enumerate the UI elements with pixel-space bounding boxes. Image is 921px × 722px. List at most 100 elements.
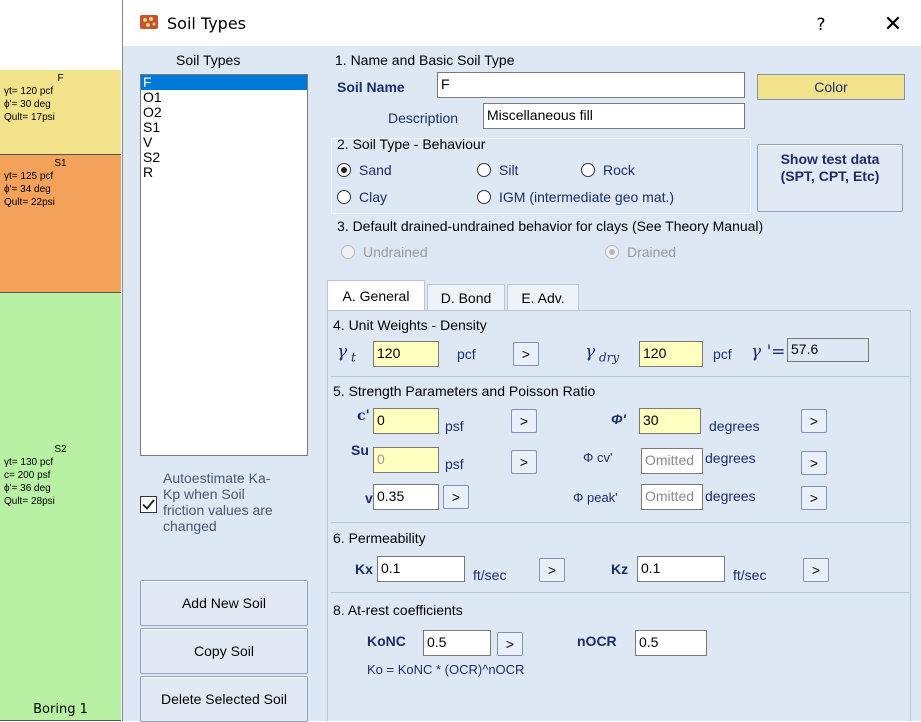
kz-more-button[interactable]: > xyxy=(803,558,829,582)
nocr-input[interactable]: 0.5 xyxy=(635,630,707,656)
phi-peak-input[interactable]: Omitted xyxy=(641,484,703,510)
layer-gamma: γt= 120 pcf xyxy=(4,86,54,97)
list-item[interactable]: F xyxy=(141,75,307,90)
phi-cv-unit: degrees xyxy=(705,450,756,466)
poisson-more-button[interactable]: > xyxy=(443,485,469,509)
konc-input[interactable]: 0.5 xyxy=(423,630,491,656)
nocr-label: nOCR xyxy=(577,633,617,649)
kx-more-button[interactable]: > xyxy=(539,558,565,582)
layer-c: c= 200 psf xyxy=(4,470,51,481)
description-label: Description xyxy=(388,110,459,126)
list-item[interactable]: O1 xyxy=(141,90,307,105)
radio-silt-label: Silt xyxy=(499,162,519,178)
phi-peak-more-button[interactable]: > xyxy=(801,486,827,510)
show-test-data-label: Show test data (SPT, CPT, Etc) xyxy=(780,151,880,184)
separator xyxy=(331,522,909,523)
gamma-t-input[interactable]: 120 xyxy=(373,341,439,367)
section1-title: 1. Name and Basic Soil Type xyxy=(335,52,515,68)
phi-peak-unit: degrees xyxy=(705,488,756,504)
autoestimate-label: Autoestimate Ka-Kp when Soil friction va… xyxy=(163,470,273,534)
unit-weights-title: 4. Unit Weights - Density xyxy=(333,317,487,333)
tab-adv[interactable]: E. Adv. xyxy=(507,284,579,310)
poisson-label: v xyxy=(365,490,373,506)
radio-sand[interactable] xyxy=(337,163,351,177)
layer-gamma: γt= 130 pcf xyxy=(4,457,54,468)
section2-title: 2. Soil Type - Behaviour xyxy=(337,136,486,152)
strength-title: 5. Strength Parameters and Poisson Ratio xyxy=(333,383,596,399)
list-item[interactable]: O2 xyxy=(141,105,307,120)
color-swatch-button[interactable]: Color xyxy=(757,74,905,100)
poisson-input[interactable]: 0.35 xyxy=(373,484,439,510)
soil-types-dialog: Soil Types ? ✕ Soil Types F O1 O2 S1 V S… xyxy=(122,0,921,722)
boring-log: F γt= 120 pcf ϕ'= 30 deg Qult= 17psi S1 … xyxy=(0,70,125,721)
radio-clay[interactable] xyxy=(337,190,351,204)
tab-general[interactable]: A. General xyxy=(327,280,425,311)
layer-phi: ϕ'= 30 deg xyxy=(4,99,51,110)
phi-more-button[interactable]: > xyxy=(801,409,827,433)
phi-input[interactable]: 30 xyxy=(639,408,701,434)
phi-cv-label: Φ cv' xyxy=(583,450,613,465)
c-unit: psf xyxy=(445,418,464,434)
copy-soil-button[interactable]: Copy Soil xyxy=(140,628,308,674)
kx-label: Kx xyxy=(355,561,373,577)
su-more-button[interactable]: > xyxy=(511,450,537,474)
gamma-dry-symbol: γ dry xyxy=(585,342,620,365)
layer-phi: ϕ'= 34 deg xyxy=(4,184,51,195)
permeability-title: 6. Permeability xyxy=(333,530,426,546)
c-input[interactable]: 0 xyxy=(373,408,439,434)
window-title: Soil Types xyxy=(167,14,247,33)
radio-undrained[interactable] xyxy=(341,245,355,259)
autoestimate-checkbox[interactable] xyxy=(140,496,157,513)
gamma-t-unit: pcf xyxy=(457,346,476,362)
help-button[interactable]: ? xyxy=(806,10,836,40)
check-icon xyxy=(142,499,155,510)
soil-layer-s2: S2 γt= 130 pcf c= 200 psf ϕ'= 36 deg Qul… xyxy=(0,293,121,721)
konc-more-button[interactable]: > xyxy=(497,632,523,656)
show-test-data-button[interactable]: Show test data (SPT, CPT, Etc) xyxy=(757,144,903,212)
phi-cv-more-button[interactable]: > xyxy=(801,451,827,475)
list-item[interactable]: R xyxy=(141,165,307,180)
soil-app-icon xyxy=(139,12,159,32)
kx-input[interactable]: 0.1 xyxy=(377,556,465,582)
kz-label: Kz xyxy=(611,561,629,577)
gamma-dry-input[interactable]: 120 xyxy=(639,341,703,367)
radio-undrained-label: Undrained xyxy=(363,244,428,260)
layer-name: S2 xyxy=(54,444,67,455)
soil-list-header: Soil Types xyxy=(176,52,241,68)
tab-bond[interactable]: D. Bond xyxy=(427,284,505,310)
phi-unit: degrees xyxy=(709,418,760,434)
radio-drained[interactable] xyxy=(605,245,619,259)
kz-input[interactable]: 0.1 xyxy=(637,556,725,582)
description-input[interactable]: Miscellaneous fill xyxy=(483,103,745,129)
c-more-button[interactable]: > xyxy=(511,409,537,433)
add-new-soil-button[interactable]: Add New Soil xyxy=(140,580,308,626)
phi-cv-input[interactable]: Omitted xyxy=(641,448,703,474)
radio-silt[interactable] xyxy=(477,163,491,177)
gamma-t-more-button[interactable]: > xyxy=(513,342,539,366)
title-bar[interactable]: Soil Types ? ✕ xyxy=(123,0,921,46)
soil-list[interactable]: F O1 O2 S1 V S2 R xyxy=(140,74,308,456)
radio-rock[interactable] xyxy=(581,163,595,177)
list-item[interactable]: V xyxy=(141,135,307,150)
tab-panel xyxy=(327,310,911,721)
konc-label: KoNC xyxy=(367,633,406,649)
delete-soil-button[interactable]: Delete Selected Soil xyxy=(140,676,308,722)
layer-qult: Qult= 22psi xyxy=(4,197,55,208)
separator xyxy=(331,592,909,593)
list-item[interactable]: S1 xyxy=(141,120,307,135)
section3-title: 3. Default drained-undrained behavior fo… xyxy=(337,218,764,234)
separator xyxy=(331,376,909,377)
radio-igm[interactable] xyxy=(477,190,491,204)
su-input[interactable]: 0 xyxy=(373,447,439,473)
phi-peak-label: Φ peak' xyxy=(573,490,618,505)
close-button[interactable]: ✕ xyxy=(873,10,913,40)
su-label: Su xyxy=(351,442,369,458)
atrest-title: 8. At-rest coefficients xyxy=(333,602,463,618)
radio-clay-label: Clay xyxy=(359,189,388,205)
layer-name: S1 xyxy=(54,158,67,169)
layer-gamma: γt= 125 pcf xyxy=(4,171,54,182)
soil-layer-f: F γt= 120 pcf ϕ'= 30 deg Qult= 17psi xyxy=(0,70,121,155)
soil-name-input[interactable]: F xyxy=(437,72,745,98)
boring-label: Boring 1 xyxy=(33,702,88,717)
list-item[interactable]: S2 xyxy=(141,150,307,165)
